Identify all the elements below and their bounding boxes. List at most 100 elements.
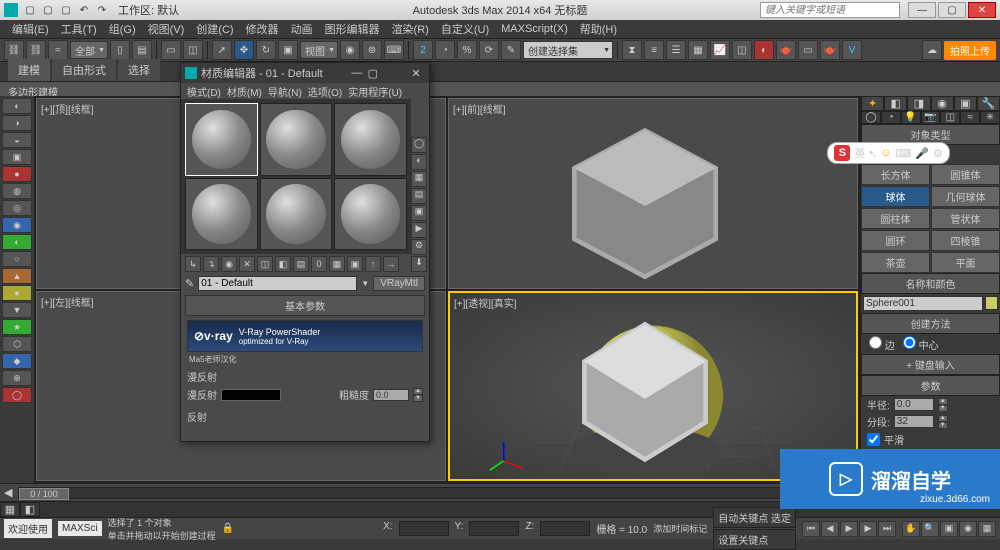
schematic-icon[interactable]: ◫ (732, 40, 752, 60)
app-icon[interactable] (4, 3, 18, 17)
viewport-label[interactable]: [+][顶][线框] (41, 101, 94, 116)
upload-button[interactable]: 拍照上传 (944, 41, 996, 60)
obj-tube-button[interactable]: 管状体 (931, 208, 1000, 229)
maxscript-listener[interactable]: MAXSci (58, 521, 102, 536)
menu-tools[interactable]: 工具(T) (57, 19, 101, 39)
trackbar-config-icon[interactable]: ▦ (0, 502, 20, 517)
setkey-button[interactable]: 设置关键点 (713, 529, 796, 550)
spinner-down-icon[interactable]: ▼ (938, 422, 948, 429)
spinner-up-icon[interactable]: ▲ (938, 415, 948, 422)
prev-frame-icon[interactable]: ◀ (821, 521, 839, 537)
edit-selset-icon[interactable]: ✎ (501, 40, 521, 60)
close-button[interactable]: ✕ (968, 2, 996, 18)
motion-panel-icon[interactable]: ◉ (931, 96, 954, 111)
qat-save-icon[interactable]: ▢ (58, 2, 74, 18)
palette-icon[interactable]: ◑ (2, 115, 32, 131)
ime-toolbar[interactable]: S 英 •, ☺ ⌨ 🎤 ⚙ (827, 142, 950, 164)
goto-start-icon[interactable]: ⏮ (802, 521, 820, 537)
ribbon-tab-modeling[interactable]: 建模 (8, 59, 50, 81)
select-region-rect-icon[interactable]: ▭ (161, 40, 181, 60)
qat-new-icon[interactable]: ▢ (22, 2, 38, 18)
lock-selection-icon[interactable]: 🔒 (222, 523, 234, 534)
select-rotate-icon[interactable]: ↻ (256, 40, 276, 60)
palette-icon[interactable]: ● (2, 166, 32, 182)
modify-panel-icon[interactable]: ◧ (884, 96, 907, 111)
radio-edge[interactable]: 边 (869, 336, 895, 352)
mat-id-icon[interactable]: 0 (311, 256, 327, 272)
radio-center[interactable]: 中心 (903, 336, 939, 352)
add-time-tag[interactable]: 添加时间标记 (653, 522, 707, 535)
spacewarps-icon[interactable]: ≈ (960, 111, 980, 124)
geometry-icon[interactable]: ◯ (861, 111, 881, 124)
display-panel-icon[interactable]: ▣ (954, 96, 977, 111)
minimize-button[interactable]: — (908, 2, 936, 18)
ime-emoji-icon[interactable]: ☺ (880, 147, 891, 159)
menu-animation[interactable]: 动画 (287, 19, 317, 39)
obj-teapot-button[interactable]: 茶壶 (861, 252, 930, 273)
time-slider-handle[interactable]: 0 / 100 (19, 488, 69, 500)
qat-undo-icon[interactable]: ↶ (76, 2, 92, 18)
roughness-spinner[interactable] (373, 389, 409, 401)
obj-cylinder-button[interactable]: 圆柱体 (861, 208, 930, 229)
radius-spinner[interactable] (894, 398, 934, 411)
material-editor-icon[interactable]: ◐ (754, 40, 774, 60)
menu-edit[interactable]: 编辑(E) (8, 19, 53, 39)
menu-group[interactable]: 组(G) (105, 19, 140, 39)
spinner-up-icon[interactable]: ▲ (413, 388, 423, 395)
angle-snap-icon[interactable]: ◔ (435, 40, 455, 60)
show-end-icon[interactable]: ▣ (347, 256, 363, 272)
sample-type-icon[interactable]: ◯ (411, 137, 427, 153)
palette-icon[interactable]: ⊕ (2, 370, 32, 386)
render-icon[interactable]: 🫖 (820, 40, 840, 60)
spinner-down-icon[interactable]: ▼ (413, 395, 423, 402)
background-icon[interactable]: ▦ (411, 171, 427, 187)
pick-material-icon[interactable]: ✎ (185, 277, 194, 290)
ime-settings-icon[interactable]: ⚙ (933, 147, 943, 160)
render-setup-icon[interactable]: 🫖 (776, 40, 796, 60)
palette-icon[interactable]: ⬡ (2, 336, 32, 352)
maximize-viewport-icon[interactable]: ▦ (978, 521, 996, 537)
palette-icon[interactable]: ● (2, 285, 32, 301)
palette-icon[interactable]: ◉ (2, 217, 32, 233)
menu-customize[interactable]: 自定义(U) (437, 19, 493, 39)
create-panel-icon[interactable]: ✦ (861, 96, 884, 111)
mirror-icon[interactable]: ⧗ (622, 40, 642, 60)
select-scale-icon[interactable]: ▣ (278, 40, 298, 60)
obj-sphere-button[interactable]: 球体 (861, 186, 930, 207)
qat-open-icon[interactable]: ▢ (40, 2, 56, 18)
segments-spinner[interactable] (894, 415, 934, 428)
zoom-extents-icon[interactable]: ▣ (940, 521, 958, 537)
ribbon-tab-freeform[interactable]: 自由形式 (52, 59, 116, 81)
trackbar-keymode-icon[interactable]: ◧ (20, 502, 40, 517)
palette-icon[interactable]: ○ (2, 251, 32, 267)
bind-icon[interactable]: ≈ (48, 40, 68, 60)
snap-toggle-icon[interactable]: 2 (413, 40, 433, 60)
material-name-input[interactable] (198, 276, 357, 291)
helpers-icon[interactable]: ◫ (940, 111, 960, 124)
palette-icon[interactable]: ◯ (2, 387, 32, 403)
get-material-icon[interactable]: ↳ (185, 256, 201, 272)
qat-redo-icon[interactable]: ↷ (94, 2, 110, 18)
put-to-lib-icon[interactable]: ▤ (293, 256, 309, 272)
palette-icon[interactable]: ▲ (2, 268, 32, 284)
object-color-swatch[interactable] (985, 296, 998, 310)
dialog-minimize-icon[interactable]: — (349, 67, 365, 79)
rollout-basic-params[interactable]: 基本参数 (185, 295, 425, 316)
ribbon-toggle-icon[interactable]: ▦ (688, 40, 708, 60)
material-type-button[interactable]: VRayMtl (373, 276, 425, 291)
pivot-center-icon[interactable]: ◉ (340, 40, 360, 60)
make-copy-icon[interactable]: ◫ (257, 256, 273, 272)
put-to-scene-icon[interactable]: ↴ (203, 256, 219, 272)
palette-icon[interactable]: ◎ (2, 200, 32, 216)
palette-icon[interactable]: ◐ (2, 234, 32, 250)
lights-icon[interactable]: 💡 (901, 111, 921, 124)
vray-rt-icon[interactable]: V (842, 40, 862, 60)
material-slot[interactable] (334, 178, 407, 251)
cloud-icon[interactable]: ☁ (922, 40, 942, 60)
menu-create[interactable]: 创建(C) (192, 19, 237, 39)
palette-icon[interactable]: ◐ (2, 98, 32, 114)
systems-icon[interactable]: ✳ (980, 111, 1000, 124)
percent-snap-icon[interactable]: % (457, 40, 477, 60)
play-icon[interactable]: ▶ (840, 521, 858, 537)
menu-help[interactable]: 帮助(H) (576, 19, 621, 39)
